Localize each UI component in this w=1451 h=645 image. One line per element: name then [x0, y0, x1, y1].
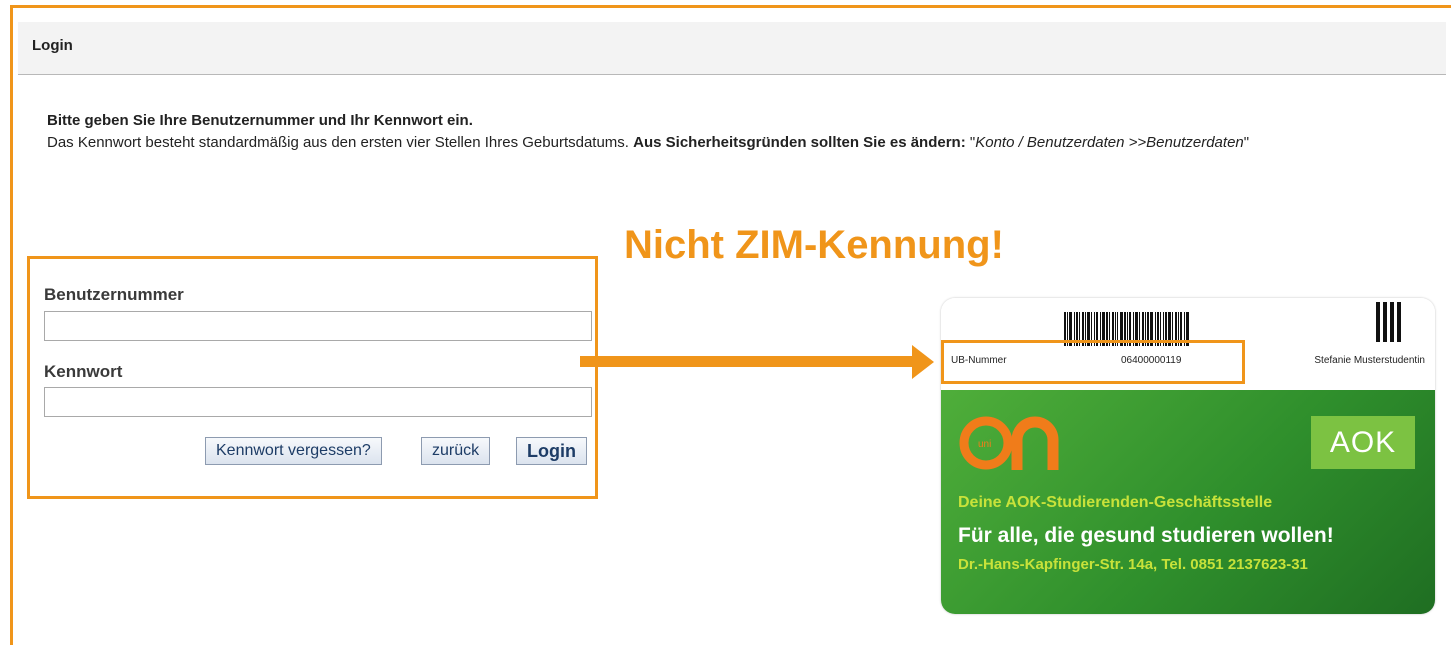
instruction-text: Das Kennwort besteht standardmäßig aus d… — [47, 134, 1250, 151]
card-slogan: Für alle, die gesund studieren wollen! — [958, 524, 1334, 547]
username-input[interactable] — [44, 311, 592, 341]
card-address: Dr.-Hans-Kapfinger-Str. 14a, Tel. 0851 2… — [958, 556, 1308, 573]
arrow-head-icon — [912, 345, 934, 379]
login-header: Login — [18, 22, 1446, 75]
aok-logo-text: AOK — [1329, 425, 1397, 459]
back-button[interactable]: zurück — [421, 437, 491, 465]
forgot-password-button[interactable]: Kennwort vergessen? — [205, 437, 382, 465]
page-title: Login — [32, 37, 73, 54]
security-hint: Aus Sicherheitsgründen sollten Sie es än… — [633, 134, 970, 151]
login-button[interactable]: Login — [516, 437, 587, 465]
card-green-section: uni on AOK Deine AOK-Studierenden-Geschä… — [941, 390, 1435, 614]
barcode-bar — [1397, 302, 1401, 342]
instruction-heading: Bitte geben Sie Ihre Benutzernummer und … — [47, 112, 473, 129]
arrow-shaft — [580, 356, 916, 367]
login-instructions: Bitte geben Sie Ihre Benutzernummer und … — [47, 110, 1407, 154]
student-name: Stefanie Musterstudentin — [1314, 355, 1425, 366]
not-zim-callout: Nicht ZIM-Kennung! — [624, 223, 1004, 267]
aok-logo: AOK — [1311, 416, 1415, 469]
password-label: Kennwort — [44, 362, 123, 381]
small-barcode-icon — [1376, 302, 1401, 342]
ub-number-highlight — [941, 340, 1245, 384]
uni-on-logo: uni on — [959, 416, 1059, 470]
username-label: Benutzernummer — [44, 285, 184, 304]
password-input[interactable] — [44, 387, 592, 417]
menu-path: Konto / Benutzerdaten >>Benutzerdaten — [975, 134, 1244, 151]
card-office-line: Deine AOK-Studierenden-Geschäftsstelle — [958, 494, 1273, 511]
logo-uni-text: uni — [978, 439, 991, 450]
